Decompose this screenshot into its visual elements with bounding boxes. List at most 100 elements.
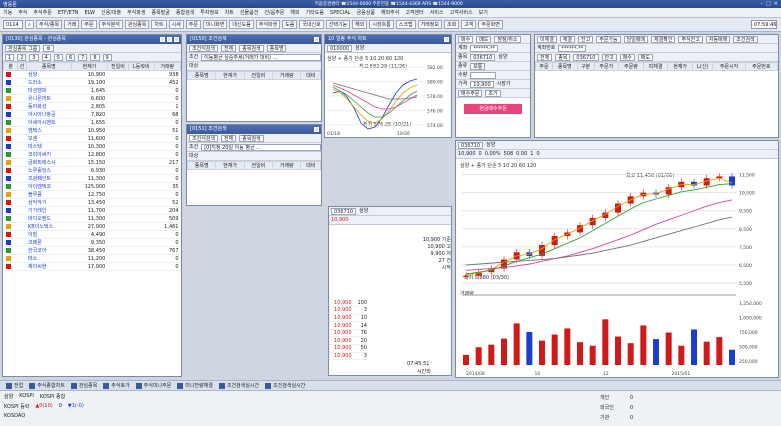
- account-filter[interactable]: 036710: [573, 53, 599, 61]
- toolbar-button[interactable]: 주식파생: [255, 20, 281, 29]
- table-row[interactable]: 아세아시멘트 1,655 0: [3, 118, 181, 127]
- menu-item[interactable]: 차트: [222, 9, 237, 16]
- market-checkbox[interactable]: 시장가: [497, 80, 511, 89]
- stock-name[interactable]: 노루홀딩스: [26, 166, 72, 175]
- menu-item[interactable]: 신용/대출: [98, 9, 124, 16]
- table-row[interactable]: 아이엠텍코 125,000 35: [3, 182, 181, 191]
- order-book-row[interactable]: 10,900 3: [329, 352, 369, 361]
- table-row[interactable]: 미성엠피 1,645 0: [3, 86, 181, 95]
- watchlist-tab[interactable]: 2: [17, 53, 27, 61]
- account-tab[interactable]: 주식잔고: [678, 35, 703, 43]
- order-tab[interactable]: 정정/취소: [494, 35, 521, 43]
- account-tab[interactable]: 자동매매: [705, 35, 731, 43]
- close-icon[interactable]: ×: [774, 1, 778, 7]
- menu-item[interactable]: 금융상품: [354, 9, 378, 16]
- column-header[interactable]: 주문시각: [712, 62, 746, 71]
- toolbar-button[interactable]: 주식/종목: [36, 20, 63, 29]
- stock-name[interactable]: 미성엠피: [26, 86, 72, 95]
- column-header[interactable]: 거래량: [272, 71, 302, 80]
- search-tab[interactable]: 종목검색: [239, 44, 264, 52]
- stock-name[interactable]: 코리아써키: [26, 150, 72, 159]
- table-row[interactable]: 제이씨현 17,000 0: [3, 262, 181, 271]
- toolbar-button[interactable]: 주문: [81, 20, 97, 29]
- column-header[interactable]: 거래량: [153, 62, 181, 71]
- toolbar-button[interactable]: 고객: [461, 20, 477, 29]
- condition-text[interactable]: 이동평균 상승추세(거래가 대비) ...: [201, 53, 321, 61]
- account-filter[interactable]: 종목: [555, 53, 571, 61]
- stock-name[interactable]: 블루콤: [26, 190, 72, 199]
- toolbar-button[interactable]: 도움: [282, 20, 298, 29]
- code-input[interactable]: 036710: [470, 53, 496, 61]
- toolbar-button[interactable]: 조회: [443, 20, 460, 29]
- column-header[interactable]: 주문번호: [744, 62, 778, 71]
- close-icon[interactable]: [314, 127, 319, 132]
- toolbar-button[interactable]: 관심종목: [124, 20, 150, 29]
- table-row[interactable]: 바이오랜드 11,300 509: [3, 214, 181, 223]
- stock-name[interactable]: 드라소: [26, 78, 72, 87]
- taskbar-item[interactable]: 조건검색실시간: [265, 382, 305, 389]
- stock-name[interactable]: 엠텍스: [26, 126, 72, 135]
- stock-name[interactable]: 삼양: [26, 70, 72, 79]
- search-icon[interactable]: ⌕: [25, 20, 34, 29]
- table-row[interactable]: 노루홀딩스 6,930 0: [3, 166, 181, 175]
- stock-name[interactable]: 아세아시멘트: [26, 118, 72, 127]
- taskbar-item[interactable]: 주식미니주문: [135, 382, 171, 389]
- stock-name[interactable]: 동아화성: [26, 102, 72, 111]
- table-row[interactable]: 코메론 9,350 0: [3, 238, 181, 247]
- stock-name[interactable]: 유니온머트: [26, 94, 72, 103]
- screen-code-input[interactable]: 0114: [3, 20, 23, 29]
- minimize-icon[interactable]: [160, 37, 165, 42]
- maximize-icon[interactable]: [167, 37, 172, 42]
- table-row[interactable]: 유니온머트 6,600 0: [3, 94, 181, 103]
- menu-item[interactable]: SPECIAL: [327, 10, 354, 16]
- toolbar-button[interactable]: 차트: [151, 20, 167, 29]
- column-header[interactable]: 대비: [300, 71, 321, 80]
- search-tab[interactable]: 전체: [221, 44, 237, 52]
- mini-chart-svg[interactable]: 삼양 + 종가 단순 5 10 20 60 120 최고 582.29 (11/…: [325, 53, 451, 137]
- table-row[interactable]: 엠텍스 10,950 51: [3, 126, 181, 135]
- menu-item[interactable]: 기능: [0, 9, 15, 16]
- account-tab[interactable]: 체결확인: [651, 35, 676, 43]
- column-header[interactable]: 종목명: [187, 161, 217, 170]
- table-row[interactable]: 아시아나항공 7,820 68: [3, 110, 181, 119]
- account-filter[interactable]: 매수: [619, 53, 635, 61]
- table-row[interactable]: 드라소 19,100 452: [3, 78, 181, 87]
- table-row[interactable]: 기가레인 11,700 204: [3, 206, 181, 215]
- toolbar-button[interactable]: 해외: [352, 20, 368, 29]
- account-number-select[interactable]: ******-**: [558, 44, 587, 52]
- account-tab[interactable]: 체결: [559, 35, 576, 43]
- table-row[interactable]: 삼익악기 13,450 52: [3, 198, 181, 207]
- watchlist-tab[interactable]: 1: [5, 53, 15, 61]
- group-select[interactable]: 관심종목 그룹: [5, 44, 41, 52]
- table-row[interactable]: 블루콤 12,750 0: [3, 190, 181, 199]
- account-tab[interactable]: 미체결: [537, 35, 557, 43]
- toolbar-button[interactable]: 주문화면: [478, 20, 503, 29]
- toolbar-button[interactable]: 스크랩: [395, 20, 416, 29]
- stock-name[interactable]: 이밀: [26, 230, 72, 239]
- menu-item[interactable]: 해외주식: [378, 9, 402, 16]
- account-filter[interactable]: 매도: [637, 53, 654, 61]
- table-row[interactable]: 한국코아 38,450 767: [3, 246, 181, 255]
- search-tab[interactable]: 조건식검색: [189, 44, 219, 52]
- taskbar-item[interactable]: 조건검색실시간: [218, 382, 259, 389]
- table-row[interactable]: 마스텍 10,300 0: [3, 142, 181, 151]
- order-book-row[interactable]: 10,900 14: [329, 321, 369, 330]
- column-header[interactable]: 전일비: [243, 71, 274, 80]
- menu-item[interactable]: 투자정보: [197, 9, 221, 16]
- menu-item[interactable]: 선물옵션: [237, 9, 261, 16]
- menu-item[interactable]: 기타도움: [303, 9, 327, 16]
- account-tab[interactable]: 주문가능: [596, 35, 621, 43]
- taskbar-item[interactable]: 주식종합차트: [29, 382, 65, 389]
- stock-name[interactable]: 조광페인트: [26, 174, 72, 183]
- column-header[interactable]: 선: [17, 62, 27, 71]
- menu-item[interactable]: 서비스: [427, 9, 447, 16]
- toolbar-button[interactable]: 대신도움: [229, 20, 254, 29]
- column-header[interactable]: 종목명: [25, 62, 73, 71]
- order-book-row[interactable]: 10,900 76: [329, 329, 369, 338]
- stock-name[interactable]: 아시아나항공: [26, 110, 72, 119]
- column-header[interactable]: 주문량: [618, 62, 644, 71]
- column-header[interactable]: 현재가: [71, 62, 108, 71]
- table-row[interactable]: 태소 11,200 0: [3, 254, 181, 263]
- column-header[interactable]: 대비: [300, 161, 321, 170]
- table-row[interactable]: 동아화성 2,805 1: [3, 102, 181, 111]
